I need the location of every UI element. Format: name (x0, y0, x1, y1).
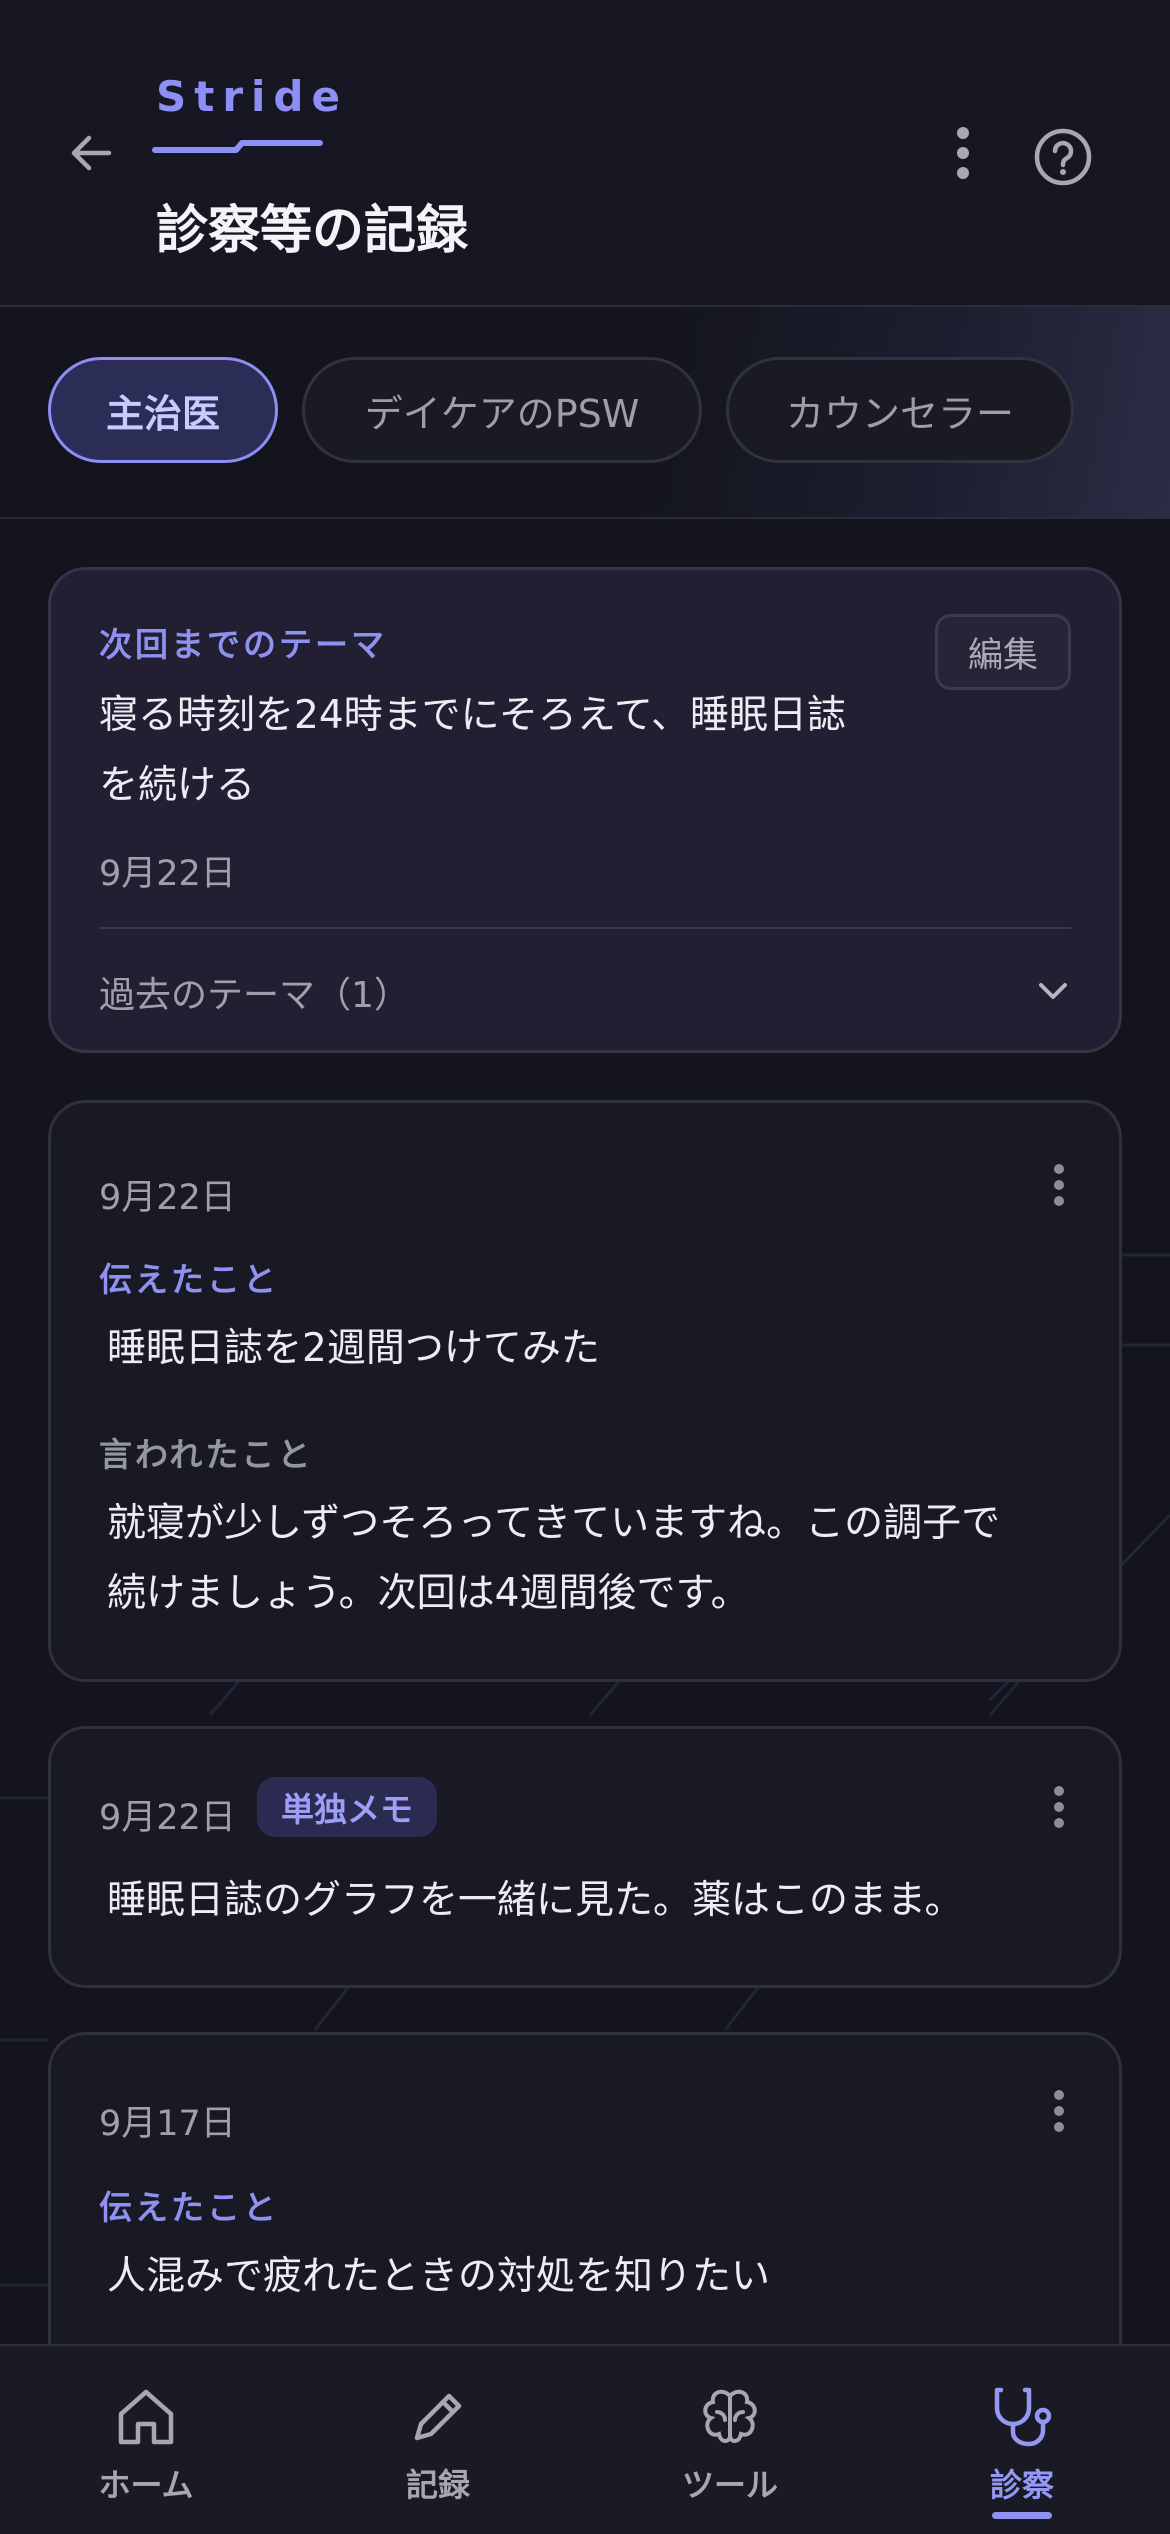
bottom-navigation: ホーム 記録 ツール 診察 (0, 2344, 1170, 2534)
chevron-down-icon (1039, 983, 1067, 999)
brain-icon (703, 2389, 757, 2443)
record-menu-button[interactable] (1039, 1777, 1079, 1837)
record-card: 9月22日 伝えたこと 睡眠日誌を2週間つけてみた 言われたこと 就寝が少しずつ… (48, 1100, 1122, 1682)
divider (99, 927, 1071, 929)
tab-counselor[interactable]: カウンセラー (726, 357, 1074, 463)
stethoscope-icon (994, 2387, 1052, 2447)
app-header: Stride 診察等の記録 (0, 0, 1170, 307)
page-title: 診察等の記録 (156, 201, 469, 261)
more-vertical-icon (1054, 1164, 1064, 1206)
more-vertical-icon (957, 127, 969, 179)
standalone-memo-badge: 単独メモ (257, 1777, 437, 1837)
provider-tabs: 主治医 デイケアのPSW カウンセラー (0, 307, 1170, 519)
next-theme-card: 次回までのテーマ 編集 寝る時刻を24時までにそろえて、睡眠日誌 を続ける 9月… (48, 567, 1122, 1053)
nav-home[interactable]: ホーム (0, 2346, 292, 2534)
told-text: 睡眠日誌を2週間つけてみた (107, 1326, 600, 1371)
nav-home-label: ホーム (98, 2466, 194, 2504)
told-label: 伝えたこと (99, 1260, 279, 1299)
pencil-icon (414, 2393, 462, 2441)
active-tab-indicator (992, 2512, 1052, 2519)
next-theme-text-line2: を続ける (99, 763, 256, 808)
past-themes-toggle[interactable]: 過去のテーマ（1） (51, 930, 1119, 1050)
said-label: 言われたこと (99, 1435, 314, 1474)
more-options-button[interactable] (930, 118, 996, 188)
tab-primary-doctor[interactable]: 主治医 (48, 357, 278, 463)
record-menu-button[interactable] (1039, 2081, 1079, 2141)
theme-date: 9月22日 (99, 854, 236, 894)
more-vertical-icon (1054, 1786, 1064, 1828)
memo-text: 睡眠日誌のグラフを一緒に見た。薬はこのまま。 (107, 1878, 964, 1923)
nav-records-label: 記録 (405, 2466, 470, 2504)
nav-tools[interactable]: ツール (584, 2346, 876, 2534)
nav-consultation[interactable]: 診察 (876, 2346, 1168, 2534)
told-text: 人混みで疲れたときの対処を知りたい (107, 2254, 771, 2299)
nav-records[interactable]: 記録 (292, 2346, 584, 2534)
memo-card: 9月22日 単独メモ 睡眠日誌のグラフを一緒に見た。薬はこのまま。 (48, 1726, 1122, 1988)
edit-button[interactable]: 編集 (935, 614, 1071, 690)
back-button[interactable] (56, 118, 126, 188)
home-icon (118, 2389, 174, 2445)
record-date: 9月17日 (99, 2104, 236, 2144)
record-menu-button[interactable] (1039, 1155, 1079, 1215)
told-label: 伝えたこと (99, 2188, 279, 2227)
brand-logo: Stride (156, 72, 348, 121)
tab-daycare-psw[interactable]: デイケアのPSW (302, 357, 702, 463)
record-date: 9月22日 (99, 1798, 236, 1838)
brand-underline (152, 140, 323, 153)
next-theme-text-line1: 寝る時刻を24時までにそろえて、睡眠日誌 (99, 693, 846, 738)
said-text-line2: 続けましょう。次回は4週間後です。 (107, 1571, 750, 1616)
record-date: 9月22日 (99, 1178, 236, 1218)
arrow-left-icon (71, 135, 112, 171)
said-text-line1: 就寝が少しずつそろってきていますね。この調子で (107, 1501, 1001, 1546)
nav-tools-label: ツール (681, 2466, 778, 2504)
help-button[interactable] (1030, 124, 1096, 190)
nav-consultation-label: 診察 (989, 2466, 1054, 2504)
help-circle-icon (1034, 128, 1092, 186)
past-themes-label: 過去のテーマ（1） (99, 975, 410, 1016)
more-vertical-icon (1054, 2090, 1064, 2132)
next-theme-label: 次回までのテーマ (99, 625, 387, 664)
